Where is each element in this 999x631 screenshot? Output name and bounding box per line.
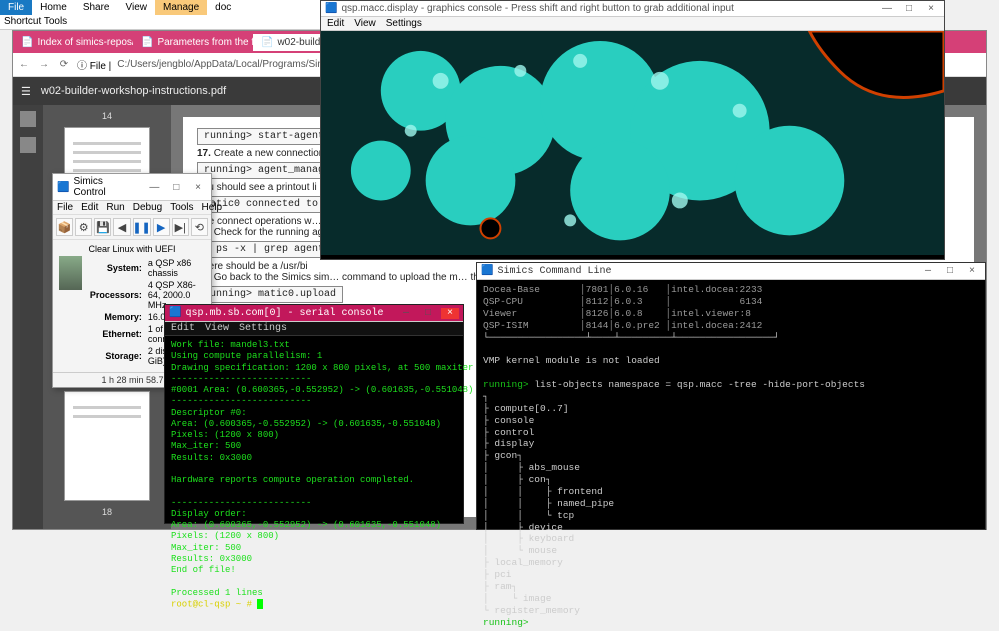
menu-view[interactable]: View xyxy=(205,323,229,334)
menu-edit[interactable]: Edit xyxy=(327,18,344,29)
menu-run[interactable]: Run xyxy=(106,202,124,213)
menu-edit[interactable]: Edit xyxy=(81,202,98,213)
menu-file[interactable]: File xyxy=(57,202,73,213)
explorer-tab-home[interactable]: Home xyxy=(32,0,75,15)
menu-settings[interactable]: Settings xyxy=(386,18,422,29)
maximize-icon[interactable]: □ xyxy=(167,182,185,193)
minimize-icon[interactable]: — xyxy=(878,3,896,14)
pdf-filename: w02-builder-workshop-instructions.pdf xyxy=(41,85,226,97)
board-image xyxy=(59,256,82,290)
browser-tab-0[interactable]: 📄Index of simics-repos/pub/simi…× xyxy=(13,34,133,51)
app-icon: 🟦 xyxy=(169,307,181,319)
graphics-console-window: 🟦 qsp.macc.display - graphics console - P… xyxy=(320,0,945,260)
explorer-tab-manage[interactable]: Manage xyxy=(155,0,207,15)
pdf-sidebar xyxy=(13,105,43,529)
tool-icon[interactable]: 💾 xyxy=(94,218,111,236)
cmdline-output[interactable]: Docea-Base │7801│6.0.16 │intel.docea:223… xyxy=(477,280,985,631)
app-icon: 🟦 xyxy=(57,182,69,193)
code-line: # ps -x | grep agent xyxy=(197,241,331,258)
play-icon[interactable]: ▶ xyxy=(153,218,170,236)
menu-tools[interactable]: Tools xyxy=(170,202,193,213)
outline-icon[interactable] xyxy=(20,137,36,153)
code-line: running> matic0.upload xyxy=(197,286,343,303)
target-header: Clear Linux with UEFI xyxy=(59,244,205,254)
refresh-icon[interactable]: ⟲ xyxy=(191,218,208,236)
close-icon[interactable]: × xyxy=(189,182,207,193)
simics-commandline-window: 🟦Simics Command Line—□× Docea-Base │7801… xyxy=(476,262,986,530)
close-icon[interactable]: × xyxy=(963,266,981,277)
close-icon[interactable]: × xyxy=(441,308,459,319)
menu-view[interactable]: View xyxy=(354,18,376,29)
serial-output[interactable]: Work file: mandel3.txt Using compute par… xyxy=(165,336,463,614)
maximize-icon[interactable]: □ xyxy=(419,308,437,319)
app-icon: 🟦 xyxy=(481,265,493,277)
minimize-icon[interactable]: — xyxy=(919,266,937,277)
simctrl-toolbar: 📦 ⚙ 💾 ◀ ❚❚ ▶ ▶| ⟲ xyxy=(53,215,211,240)
explorer-tab-share[interactable]: Share xyxy=(75,0,118,15)
window-title: qsp.macc.display - graphics console - Pr… xyxy=(341,3,733,14)
reload-icon[interactable]: ⟳ xyxy=(57,58,71,72)
shortcut-tools-label: Shortcut Tools xyxy=(4,16,67,27)
tool-icon[interactable]: 📦 xyxy=(56,218,73,236)
browser-tab-1[interactable]: 📄Parameters from the functional …× xyxy=(133,34,253,51)
explorer-tab-file[interactable]: File xyxy=(0,0,32,15)
menu-help[interactable]: Help xyxy=(202,202,223,213)
thumbs-icon[interactable] xyxy=(20,111,36,127)
url-scheme: ⓘ File | xyxy=(77,57,111,72)
explorer-location: doc xyxy=(207,0,239,15)
explorer-tab-view[interactable]: View xyxy=(118,0,156,15)
menu-edit[interactable]: Edit xyxy=(171,323,195,334)
thumb-label: 18 xyxy=(102,507,112,517)
maximize-icon[interactable]: □ xyxy=(941,266,959,277)
explorer-ribbon: File Home Share View Manage doc Shortcut… xyxy=(0,0,320,30)
minimize-icon[interactable]: — xyxy=(145,182,163,193)
graphics-canvas[interactable] xyxy=(321,31,944,255)
step-fwd-icon[interactable]: ▶| xyxy=(172,218,189,236)
maximize-icon[interactable]: □ xyxy=(900,3,918,14)
pdf-thumb-18[interactable] xyxy=(64,391,150,501)
hamburger-icon[interactable]: ☰ xyxy=(21,85,31,98)
step-back-icon[interactable]: ◀ xyxy=(113,218,130,236)
simctrl-menu: File Edit Run Debug Tools Help xyxy=(53,201,211,215)
minimize-icon[interactable]: — xyxy=(397,308,415,319)
app-icon: 🟦 xyxy=(325,3,337,14)
window-title: Simics Control xyxy=(73,176,137,198)
menu-debug[interactable]: Debug xyxy=(133,202,162,213)
window-title: qsp.mb.sb.com[0] - serial console xyxy=(185,308,383,319)
cursor-icon xyxy=(257,599,263,609)
close-icon[interactable]: × xyxy=(922,3,940,14)
pause-icon[interactable]: ❚❚ xyxy=(133,218,151,236)
tool-icon[interactable]: ⚙ xyxy=(75,218,92,236)
menu-settings[interactable]: Settings xyxy=(239,323,287,334)
window-title: Simics Command Line xyxy=(497,266,611,277)
serial-console-window: 🟦 qsp.mb.sb.com[0] - serial console — □ × Ed… xyxy=(164,304,464,524)
back-icon[interactable]: ← xyxy=(17,58,31,72)
thumb-label: 14 xyxy=(102,111,112,121)
forward-icon[interactable]: → xyxy=(37,58,51,72)
